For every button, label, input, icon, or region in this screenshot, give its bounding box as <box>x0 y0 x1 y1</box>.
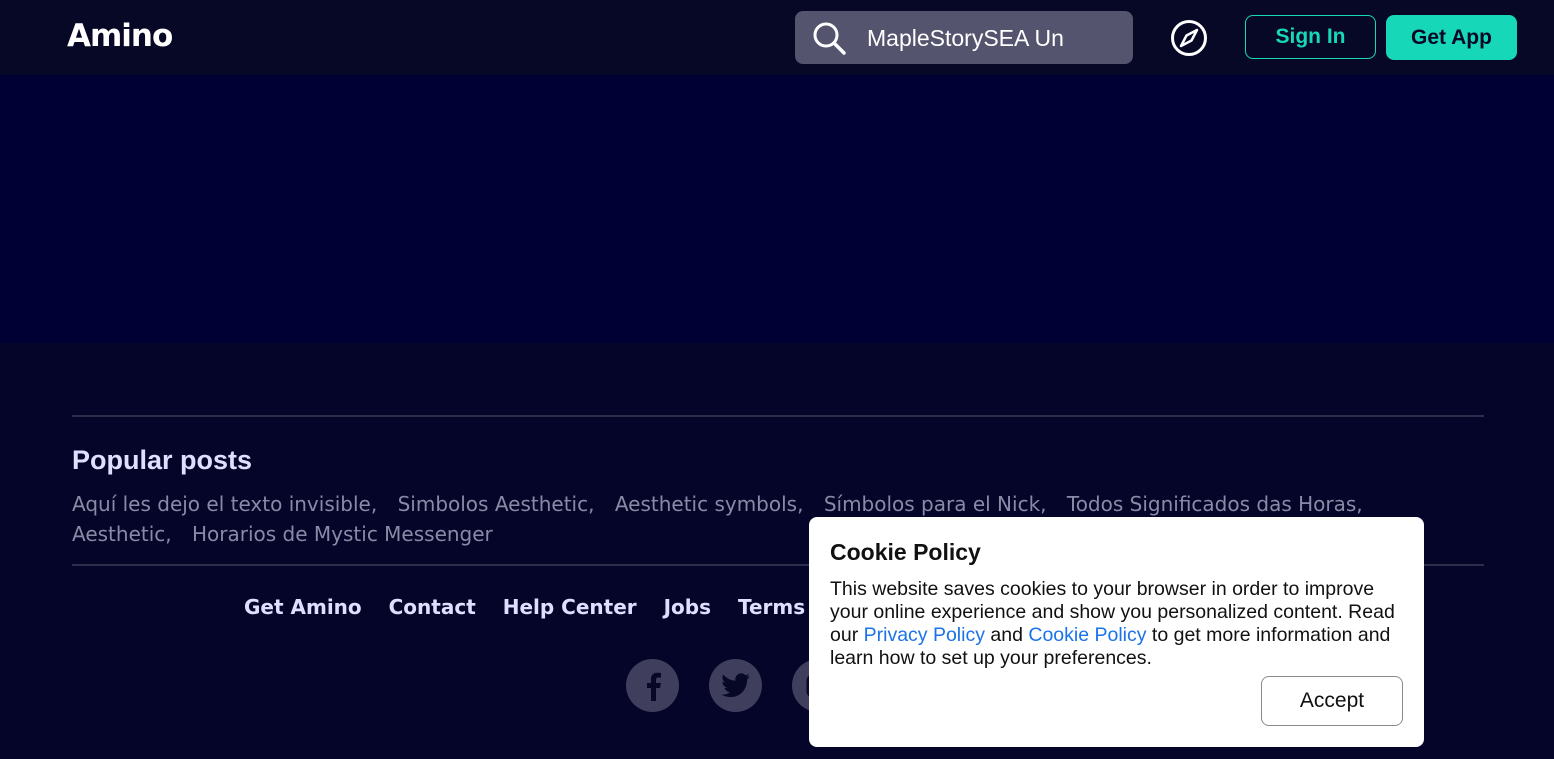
privacy-policy-link[interactable]: Privacy Policy <box>864 624 985 646</box>
footer-link-get-amino[interactable]: Get Amino <box>244 595 362 619</box>
cookie-policy-title: Cookie Policy <box>830 539 981 565</box>
cookie-policy-text: This website saves cookies to your brows… <box>830 578 1410 670</box>
top-navigation-bar: Amino Sign In Get App <box>0 0 1554 75</box>
footer-link-help-center[interactable]: Help Center <box>503 595 637 619</box>
cookie-policy-link[interactable]: Cookie Policy <box>1028 624 1146 646</box>
footer-links: Get Amino Contact Help Center Jobs Terms… <box>244 595 855 619</box>
popular-post-link[interactable]: Simbolos Aesthetic, <box>398 492 595 516</box>
accept-button[interactable]: Accept <box>1261 676 1403 726</box>
sign-in-button[interactable]: Sign In <box>1245 15 1376 59</box>
banner-area <box>0 75 1554 343</box>
cookie-policy-dialog: Cookie Policy This website saves cookies… <box>809 517 1424 747</box>
search-box[interactable] <box>795 11 1133 64</box>
footer-divider-top <box>72 415 1484 417</box>
popular-post-link[interactable]: Aesthetic symbols, <box>615 492 804 516</box>
twitter-icon[interactable] <box>709 659 762 712</box>
search-icon[interactable] <box>811 20 847 56</box>
popular-post-link[interactable]: Todos Significados das Horas, <box>1067 492 1363 516</box>
popular-posts-heading: Popular posts <box>72 445 253 475</box>
footer-link-contact[interactable]: Contact <box>389 595 476 619</box>
footer-link-jobs[interactable]: Jobs <box>664 595 711 619</box>
popular-post-link[interactable]: Símbolos para el Nick, <box>824 492 1047 516</box>
twitter-glyph <box>720 672 750 697</box>
cookie-text-and: and <box>984 624 1029 646</box>
popular-post-link[interactable]: Aquí les dejo el texto invisible, <box>72 492 377 516</box>
compass-icon[interactable] <box>1170 19 1208 57</box>
popular-post-link[interactable]: Aesthetic, <box>72 522 172 546</box>
search-input[interactable] <box>867 22 1073 54</box>
facebook-icon[interactable] <box>626 659 679 712</box>
get-app-button[interactable]: Get App <box>1386 15 1517 60</box>
amino-logo[interactable]: Amino <box>67 18 173 54</box>
facebook-glyph <box>646 672 661 701</box>
popular-post-link[interactable]: Horarios de Mystic Messenger <box>192 522 493 546</box>
